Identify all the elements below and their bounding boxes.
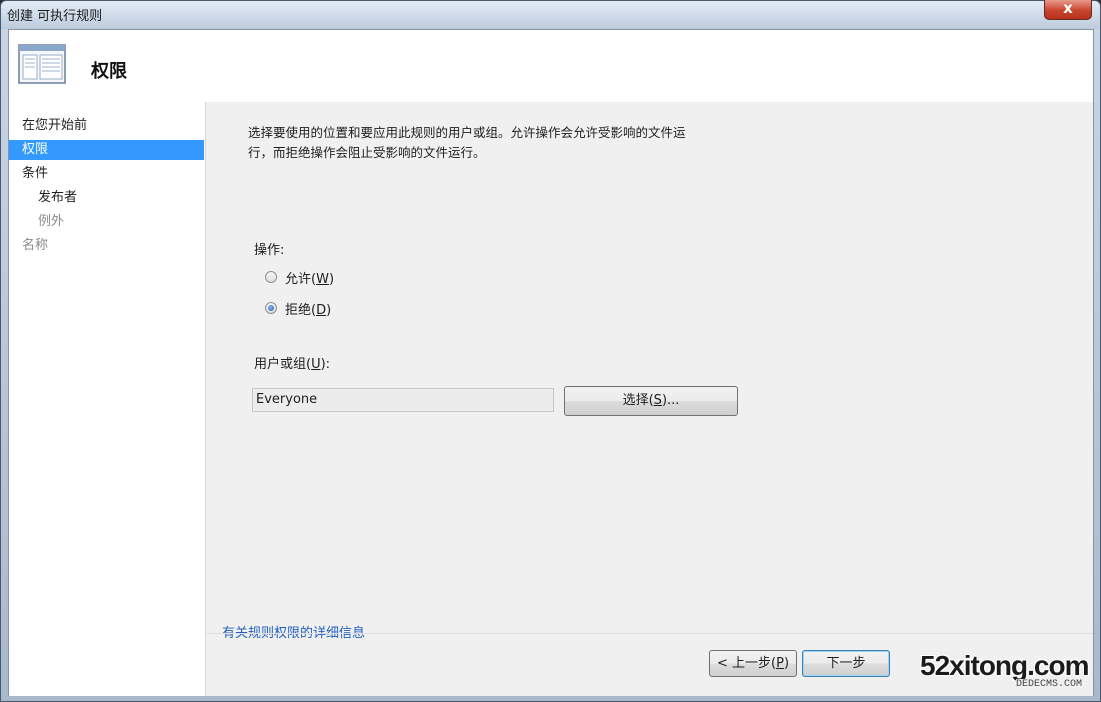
footer-divider <box>206 633 1093 634</box>
user-group-label: 用户或组(U): <box>254 357 331 372</box>
dialog-client-area: 权限 在您开始前 权限 条件 发布者 例外 名称 选择要使用的位置和要应用此规则… <box>8 29 1094 696</box>
watermark-main: 52xitong.com <box>920 650 1089 681</box>
content-panel: 选择要使用的位置和要应用此规则的用户或组。允许操作会允许受影响的文件运 行，而拒… <box>206 102 1093 696</box>
page-title: 权限 <box>91 61 127 82</box>
page-header: 权限 <box>9 30 1093 103</box>
nav-item-publisher[interactable]: 发布者 <box>9 188 204 208</box>
next-button[interactable]: 下一步 <box>802 650 890 677</box>
nav-item-before-you-begin[interactable]: 在您开始前 <box>9 116 204 136</box>
window-title: 创建 可执行规则 <box>7 9 103 24</box>
site-watermark: 52xitong.com DEDECMS.COM <box>920 650 1090 694</box>
action-label: 操作: <box>254 243 285 258</box>
window-page-icon <box>18 44 66 84</box>
help-link[interactable]: 有关规则权限的详细信息 <box>222 622 365 641</box>
description-line-1: 选择要使用的位置和要应用此规则的用户或组。允许操作会允许受影响的文件运 <box>248 125 686 140</box>
watermark-sub: DEDECMS.COM <box>1016 679 1083 690</box>
close-icon: x <box>1063 0 1073 17</box>
radio-allow-button[interactable] <box>265 271 277 283</box>
close-button[interactable]: x <box>1044 0 1092 20</box>
radio-allow-label[interactable]: 允许(W) <box>285 268 334 287</box>
title-bar[interactable]: 创建 可执行规则 x <box>1 0 1100 29</box>
nav-item-permissions[interactable]: 权限 <box>9 140 204 160</box>
wizard-nav: 在您开始前 权限 条件 发布者 例外 名称 <box>9 102 206 696</box>
previous-button[interactable]: < 上一步(P) <box>709 650 797 677</box>
description-line-2: 行，而拒绝操作会阻止受影响的文件运行。 <box>248 145 486 160</box>
choose-button[interactable]: 选择(S)... <box>564 386 738 416</box>
user-group-field[interactable]: Everyone <box>252 388 554 412</box>
radio-deny-label[interactable]: 拒绝(D) <box>285 299 331 318</box>
nav-item-exceptions: 例外 <box>38 214 65 229</box>
nav-item-name: 名称 <box>22 238 49 253</box>
radio-deny-button[interactable] <box>265 302 277 314</box>
dialog-window: 创建 可执行规则 x 权限 在您开始前 权限 条件 发布者 例外 名称 选择要使… <box>0 0 1101 702</box>
page-description: 选择要使用的位置和要应用此规则的用户或组。允许操作会允许受影响的文件运 行，而拒… <box>248 123 718 163</box>
nav-item-conditions[interactable]: 条件 <box>9 164 204 184</box>
